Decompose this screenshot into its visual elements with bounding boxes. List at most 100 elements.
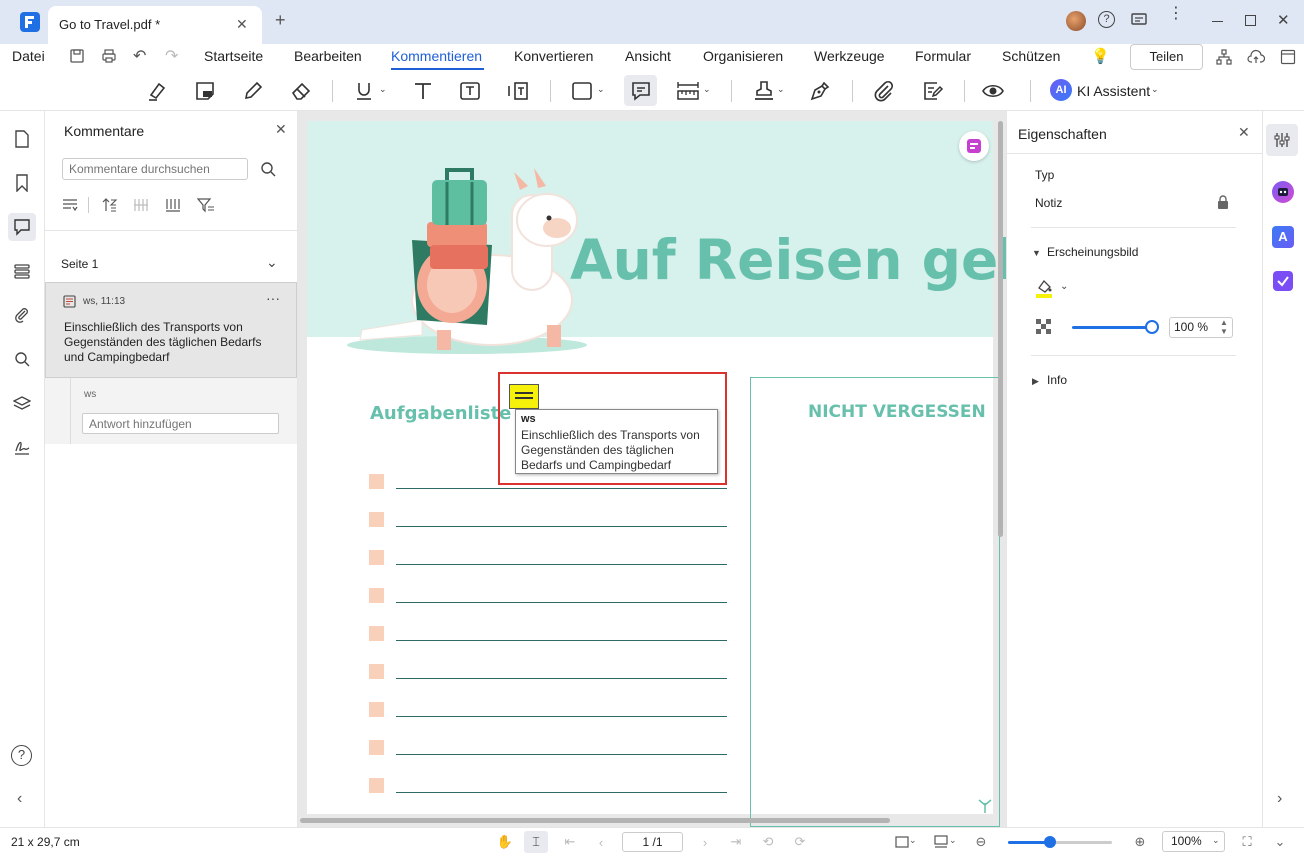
eraser-icon[interactable]: [287, 77, 315, 105]
menu-kommentieren[interactable]: Kommentieren: [391, 48, 482, 64]
print-icon[interactable]: [101, 48, 117, 64]
rotate-left-icon[interactable]: ⟲: [759, 833, 777, 851]
comments-panel-icon[interactable]: [8, 213, 36, 241]
filter-author-icon[interactable]: [133, 197, 149, 213]
share-network-icon[interactable]: [1216, 49, 1232, 65]
info-section-toggle[interactable]: Info: [1047, 373, 1067, 387]
close-window-icon[interactable]: ✕: [1277, 11, 1290, 29]
help-rail-icon[interactable]: ?: [11, 745, 32, 766]
chevron-down-icon[interactable]: ⌄: [597, 84, 605, 95]
chevron-down-icon[interactable]: ⌄: [949, 835, 957, 846]
menu-schuetzen[interactable]: Schützen: [1002, 48, 1060, 64]
share-button[interactable]: Teilen: [1130, 44, 1203, 70]
minimize-icon[interactable]: [1212, 21, 1223, 22]
page-layout-icon[interactable]: [932, 833, 950, 851]
menu-ansicht[interactable]: Ansicht: [625, 48, 671, 64]
horizontal-scrollbar[interactable]: [300, 818, 890, 823]
expand-caret-icon[interactable]: ▶: [1032, 376, 1039, 387]
stamp-icon[interactable]: [750, 77, 778, 105]
expand-caret-icon[interactable]: ▼: [1032, 248, 1041, 258]
select-cursor-icon[interactable]: ⌶: [527, 833, 545, 851]
task-checkbox[interactable]: [369, 512, 384, 527]
chevron-down-icon[interactable]: ⌄: [909, 835, 917, 846]
more-vertical-icon[interactable]: ⋮: [1168, 6, 1184, 22]
layers-icon[interactable]: [8, 389, 36, 417]
fill-color-icon[interactable]: [1035, 278, 1053, 298]
feedback-icon[interactable]: [1131, 13, 1147, 27]
task-checkbox[interactable]: [369, 702, 384, 717]
callout-icon[interactable]: [504, 77, 532, 105]
task-checkbox[interactable]: [369, 664, 384, 679]
opacity-slider[interactable]: [1072, 326, 1152, 329]
task-checkbox[interactable]: [369, 550, 384, 565]
chevron-down-icon[interactable]: ⌄: [379, 84, 387, 95]
more-options-icon[interactable]: ···: [266, 290, 280, 306]
chevron-down-icon[interactable]: ⌄: [266, 254, 278, 271]
edit-form-icon[interactable]: [919, 77, 947, 105]
menu-konvertieren[interactable]: Konvertieren: [514, 48, 593, 64]
document-tab[interactable]: Go to Travel.pdf * ✕: [48, 6, 262, 44]
new-tab-icon[interactable]: +: [275, 11, 286, 29]
bookmark-icon[interactable]: [8, 169, 36, 197]
lock-icon[interactable]: [1217, 195, 1229, 209]
close-panel-icon[interactable]: ✕: [275, 121, 287, 138]
floating-tool-button[interactable]: [959, 131, 989, 161]
appearance-section-toggle[interactable]: Erscheinungsbild: [1047, 245, 1138, 259]
zoom-in-icon[interactable]: ⊕: [1131, 833, 1149, 851]
undo-icon[interactable]: ↶: [133, 46, 146, 66]
sort-icon[interactable]: [102, 197, 118, 213]
last-page-icon[interactable]: ⇥: [727, 833, 745, 851]
avatar[interactable]: [1066, 11, 1086, 31]
signature-pen-icon[interactable]: [806, 77, 834, 105]
attachment-icon[interactable]: [870, 77, 898, 105]
help-icon[interactable]: ?: [1098, 11, 1115, 28]
filter-columns-icon[interactable]: [165, 197, 181, 213]
expand-right-icon[interactable]: ›: [1277, 790, 1282, 808]
chevron-down-icon[interactable]: ⌄: [1060, 281, 1068, 292]
menu-startseite[interactable]: Startseite: [204, 48, 263, 64]
menu-werkzeuge[interactable]: Werkzeuge: [814, 48, 885, 64]
collapse-left-icon[interactable]: ‹: [17, 790, 22, 808]
sticky-note-icon[interactable]: [191, 77, 219, 105]
translate-icon[interactable]: A: [1272, 226, 1294, 248]
redo-icon[interactable]: ↷: [165, 46, 178, 66]
page-thumbnail-icon[interactable]: [8, 125, 36, 153]
search-icon[interactable]: [260, 161, 276, 177]
menu-bearbeiten[interactable]: Bearbeiten: [294, 48, 362, 64]
ai-robot-icon[interactable]: [1272, 181, 1294, 203]
note-comment-icon[interactable]: [627, 77, 655, 105]
ai-assistant-button[interactable]: KI Assistent: [1077, 83, 1150, 99]
cloud-upload-icon[interactable]: [1247, 49, 1265, 65]
chevron-down-icon[interactable]: ⌄: [1151, 84, 1159, 95]
first-page-icon[interactable]: ⇤: [561, 833, 579, 851]
task-check-icon[interactable]: [1273, 271, 1293, 291]
save-icon[interactable]: [69, 48, 85, 64]
zoom-slider-handle[interactable]: [1044, 836, 1056, 848]
page-number-input[interactable]: 1 /1: [622, 832, 683, 852]
task-checkbox[interactable]: [369, 588, 384, 603]
opacity-slider-handle[interactable]: [1145, 320, 1159, 334]
close-tab-icon[interactable]: ✕: [236, 16, 248, 33]
vertical-scrollbar[interactable]: [998, 121, 1003, 537]
fullscreen-icon[interactable]: ⛶: [1238, 833, 1256, 851]
attachment-panel-icon[interactable]: [8, 301, 36, 329]
reply-input[interactable]: [82, 413, 279, 434]
pencil-icon[interactable]: [239, 77, 267, 105]
previous-page-icon[interactable]: ‹: [592, 833, 610, 851]
highlighter-icon[interactable]: [143, 77, 171, 105]
chevron-down-icon[interactable]: ⌄: [1212, 835, 1220, 846]
task-checkbox[interactable]: [369, 626, 384, 641]
rectangle-shape-icon[interactable]: [568, 77, 596, 105]
menu-file[interactable]: Datei: [12, 48, 45, 64]
search-panel-icon[interactable]: [8, 345, 36, 373]
menu-formular[interactable]: Formular: [915, 48, 971, 64]
sliders-icon[interactable]: [1273, 131, 1291, 149]
signature-panel-icon[interactable]: [8, 433, 36, 461]
chevron-down-icon[interactable]: ⌄: [777, 84, 785, 95]
layers-list-icon[interactable]: [8, 257, 36, 285]
chevron-down-icon[interactable]: ⌄: [703, 84, 711, 95]
collapse-statusbar-icon[interactable]: ⌄: [1271, 833, 1289, 851]
panel-layout-icon[interactable]: [1280, 49, 1296, 65]
textbox-icon[interactable]: [456, 77, 484, 105]
sticky-note-annotation-icon[interactable]: [509, 384, 539, 409]
